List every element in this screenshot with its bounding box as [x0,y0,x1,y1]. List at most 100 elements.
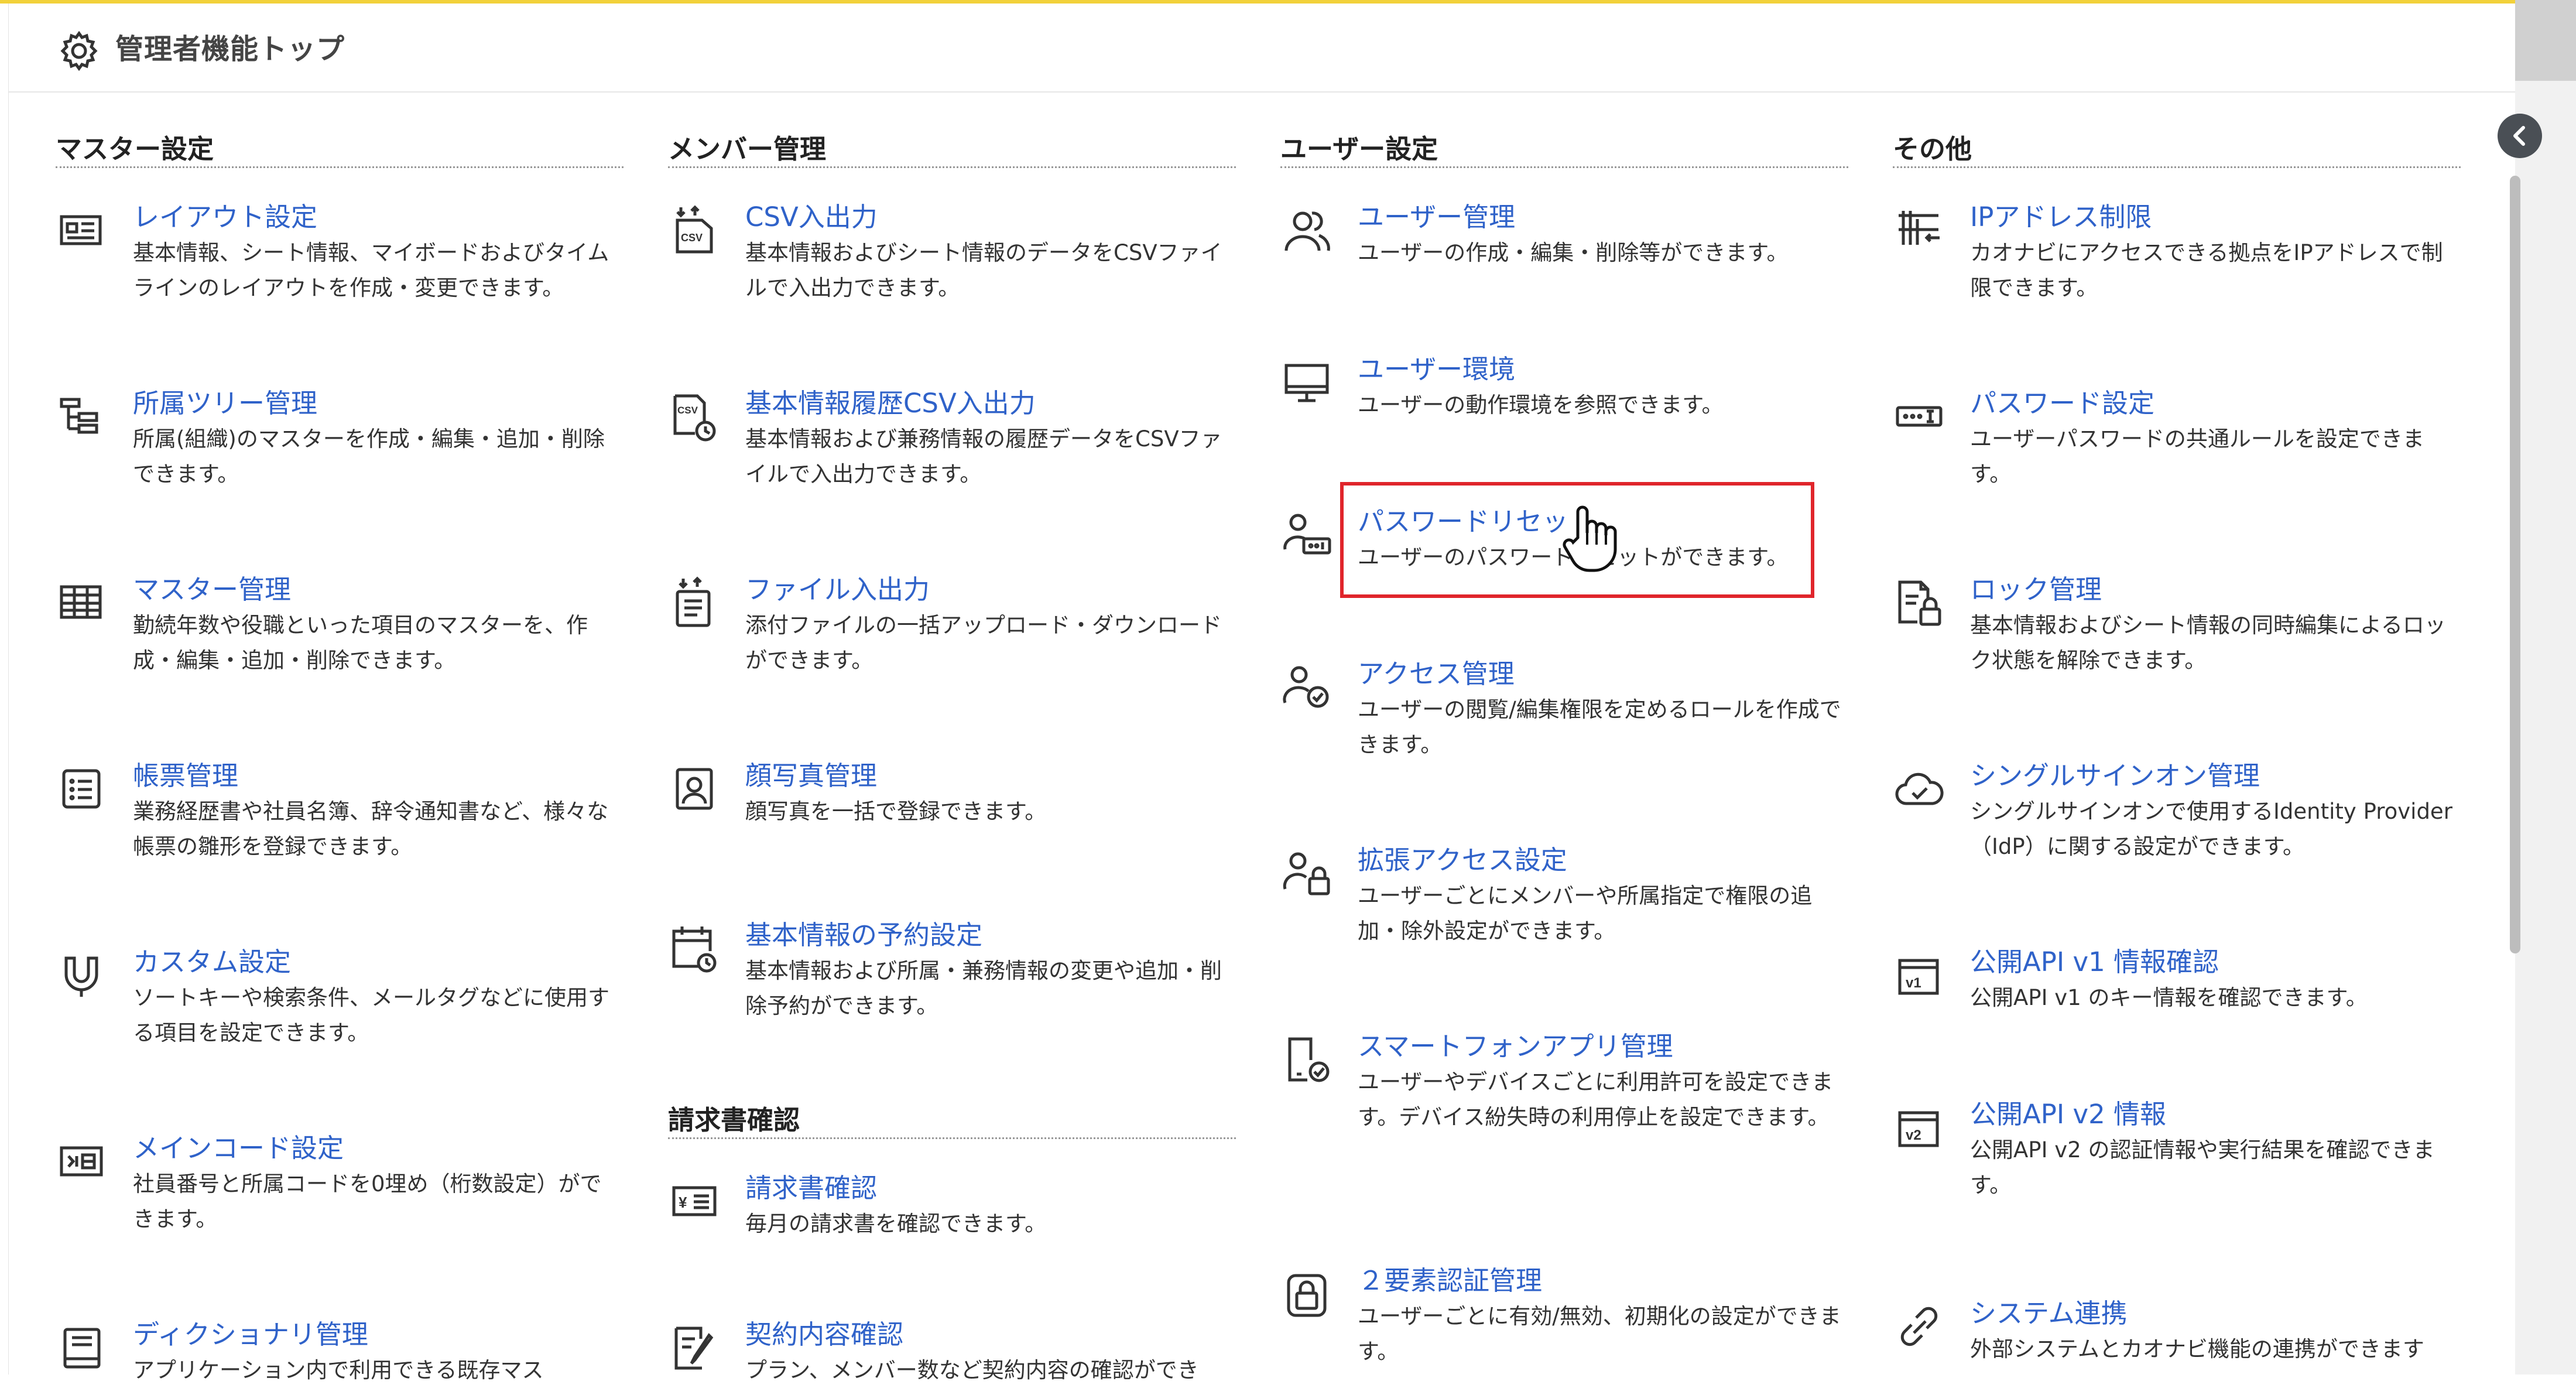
scrollbar-track[interactable] [2515,0,2576,1375]
menu-item-name[interactable]: レイアウト設定 [133,196,317,234]
user-lock-icon [1283,852,1330,895]
menu-item-name[interactable]: メインコード設定 [133,1127,344,1165]
scrollbar-top-block [2515,0,2576,81]
menu-item-name[interactable]: ディクショナリ管理 [133,1313,368,1351]
section-title: ユーザー設定 [1280,128,1848,168]
menu-item-name[interactable]: 公開API v1 情報確認 [1970,941,2219,979]
menu-item-desc: 基本情報、シート情報、マイボードおよびタイムラインのレイアウトを作成・変更できま… [133,240,609,300]
link-icon [1900,1307,1938,1346]
menu-item-desc: シングルサインオンで使用するIdentity Provider（IdP）に関する… [1970,799,2452,859]
menu-item-name[interactable]: 所属ツリー管理 [133,382,317,420]
menu-item-desc: ユーザーごとにメンバーや所属指定で権限の追加・除外設定ができます。 [1358,883,1813,943]
menu-item-name[interactable]: 契約内容確認 [745,1313,903,1351]
page-header: 管理者機能トップ [9,4,2522,93]
user-password-icon [1283,514,1331,555]
menu-item-desc: ユーザーの閲覧/編集権限を定めるロールを作成できます。 [1358,697,1841,757]
menu-item-name[interactable]: システム連携 [1970,1292,2128,1330]
password-field-icon [1896,406,1943,427]
invoice-icon: ¥ [672,1186,717,1216]
section-title: 請求書確認 [668,1099,1236,1139]
admin-top-page: 管理者機能トップ マスター設定 レイアウト設定 基本情報、シート情報、マイボード… [0,0,2576,1383]
menu-item-name[interactable]: 顔写真管理 [745,754,877,792]
menu-item-name[interactable]: 請求書確認 [745,1167,877,1205]
smartphone-icon [1288,1037,1330,1082]
menu-item-desc: 基本情報およびシート情報の同時編集によるロック状態を解除できます。 [1970,613,2446,673]
menu-item-desc: 公開API v2 の認証情報や実行結果を確認できます。 [1970,1137,2435,1198]
code-icon [60,1146,103,1177]
menu-item-desc: 社員番号と所属コードを0埋め（桁数設定）ができます。 [133,1171,602,1232]
menu-item-desc: ユーザーごとに有効/無効、初期化の設定ができます。 [1358,1304,1841,1364]
ip-filter-icon [1899,211,1940,245]
menu-item-desc: アプリケーション内で利用できる既存マス [133,1358,544,1383]
menu-item-name[interactable]: マスター管理 [133,568,291,606]
list-icon [62,769,101,809]
section-title: その他 [1893,128,2461,168]
tree-icon [60,398,98,434]
section-master-settings: マスター設定 レイアウト設定 基本情報、シート情報、マイボードおよびタイムライン… [56,128,624,1383]
gear-icon [60,30,98,71]
menu-item-name[interactable]: パスワード設定 [1970,382,2154,420]
sidebar-collapse-button[interactable] [2498,114,2542,158]
menu-item-desc: ユーザーの作成・編集・削除等ができます。 [1358,240,1789,265]
menu-item-desc: 毎月の請求書を確認できます。 [745,1211,1047,1236]
menu-item-desc: 添付ファイルの一括アップロード・ダウンロードができます。 [745,613,1222,673]
menu-item-name[interactable]: カスタム設定 [133,941,291,979]
api-v2-icon: v2 [1898,1111,1939,1147]
two-factor-icon [1287,1274,1327,1317]
svg-text:CSV: CSV [681,232,703,244]
menu-item-name[interactable]: ユーザー環境 [1358,348,1515,386]
section-title: メンバー管理 [668,128,1236,168]
api-v1-icon: v1 [1898,959,1939,995]
menu-item-desc: 公開API v1 のキー情報を確認できます。 [1970,985,2368,1010]
menu-item-desc: ソートキーや検索条件、メールタグなどに使用する項目を設定できます。 [133,985,609,1045]
menu-item-name[interactable]: ユーザー管理 [1358,196,1515,234]
menu-item-name[interactable]: 基本情報履歴CSV入出力 [745,382,1036,420]
hand-cursor-icon [1563,505,1617,572]
section-invoice: 請求書確認 [668,1099,1236,1139]
menu-item-desc: 所属(組織)のマスターを作成・編集・追加・削除できます。 [133,426,605,487]
svg-text:¥: ¥ [679,1194,687,1211]
menu-item-name[interactable]: アクセス管理 [1358,652,1515,690]
svg-text:CSV: CSV [677,405,698,416]
menu-item-name[interactable]: 基本情報の予約設定 [745,914,982,952]
file-lock-icon [1898,580,1941,626]
menu-item-desc: 基本情報および所属・兼務情報の変更や追加・削除予約ができます。 [745,958,1222,1018]
users-icon [1284,211,1330,251]
menu-item-name[interactable]: ファイル入出力 [745,568,930,606]
menu-item-name[interactable]: シングルサインオン管理 [1970,754,2260,792]
layout-icon [60,215,102,245]
magnet-icon [64,956,98,997]
menu-item-name[interactable]: 拡張アクセス設定 [1358,839,1567,877]
book-icon [63,1328,101,1369]
section-other: その他 IPアドレス制限 カオナビにアクセスできる拠点をIPアドレスで制限できま… [1893,128,2461,1362]
contract-icon [674,1327,714,1370]
svg-text:v2: v2 [1906,1127,1921,1143]
menu-item-name[interactable]: ２要素認証管理 [1358,1259,1542,1297]
menu-item-name[interactable]: CSV入出力 [745,196,878,234]
svg-text:v1: v1 [1906,975,1921,991]
file-transfer-icon [676,576,711,627]
menu-item-name[interactable]: 帳票管理 [133,754,238,792]
portrait-icon [676,768,713,810]
section-user-settings: ユーザー設定 ユーザー管理 ユーザーの作成・編集・削除等ができます。 ユーザー環… [1280,128,1848,1364]
menu-item-desc: 基本情報およびシート情報のデータをCSVファイルで入出力できます。 [745,240,1222,300]
admin-panel: 管理者機能トップ マスター設定 レイアウト設定 基本情報、シート情報、マイボード… [8,4,2522,1383]
menu-item-desc: ユーザーやデバイスごとに利用許可を設定できます。デバイス紛失時の利用停止を設定で… [1358,1069,1834,1130]
scrollbar-thumb[interactable] [2510,176,2520,953]
menu-item-name[interactable]: 公開API v2 情報 [1970,1093,2166,1131]
menu-item-desc: 業務経歴書や社員名簿、辞令通知書など、様々な帳票の雛形を登録できます。 [133,799,609,859]
menu-item-desc: 勤続年数や役職といった項目のマスターを、作成・編集・追加・削除できます。 [133,613,588,673]
menu-item-name[interactable]: スマートフォンアプリ管理 [1358,1025,1673,1063]
user-check-icon [1283,666,1329,708]
menu-item-desc: ユーザーパスワードの共通ルールを設定できます。 [1970,426,2424,487]
csv-icon: CSV [676,205,713,254]
chevron-left-icon [2513,126,2525,146]
section-member-management: メンバー管理 CSV CSV入出力 基本情報およびシート情報のデータをCSVファ… [668,128,1236,1383]
menu-item-desc: プラン、メンバー数など契約内容の確認ができ [745,1358,1199,1383]
menu-item-desc: 顔写真を一括で登録できます。 [745,799,1047,824]
menu-item-name[interactable]: IPアドレス制限 [1970,196,2152,234]
menu-item-name[interactable]: ロック管理 [1970,568,2102,606]
table-icon [60,585,102,619]
menu-item-desc: カオナビにアクセスできる拠点をIPアドレスで制限できます。 [1970,240,2443,300]
calendar-clock-icon [672,927,717,973]
